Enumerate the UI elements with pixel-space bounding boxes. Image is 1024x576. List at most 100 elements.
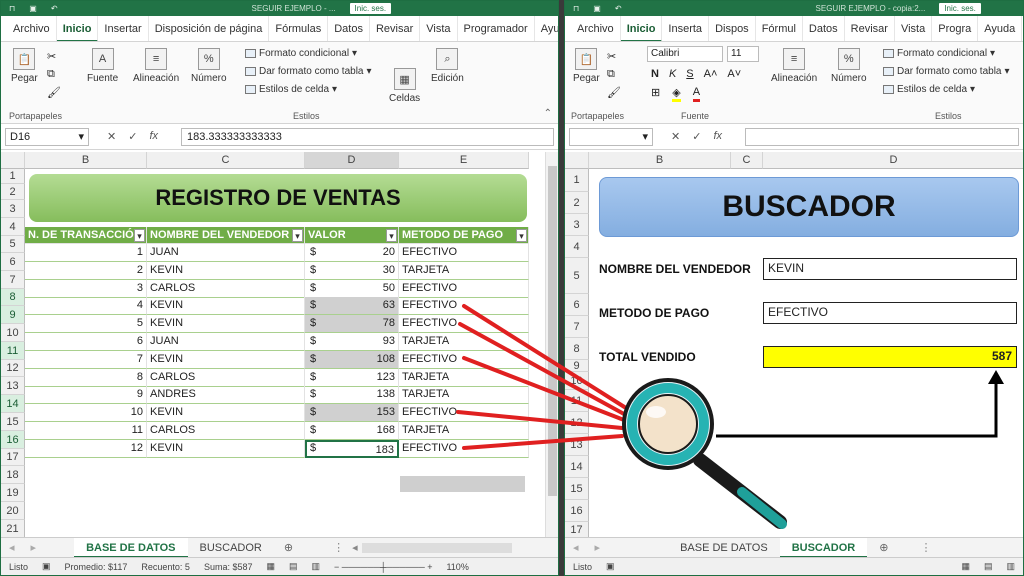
row-header[interactable]: 11 [565,390,589,412]
table-cell[interactable]: KEVIN [147,315,305,334]
tab-programador[interactable]: Programador [458,16,535,41]
alignment-button[interactable]: ≡ Alineación [133,48,179,84]
table-cell[interactable]: CARLOS [147,279,305,298]
table-cell[interactable]: 2 [25,261,147,280]
insert-function-icon[interactable]: fx [149,130,158,143]
sign-in-button[interactable]: Inic. ses. [939,3,981,14]
row-header[interactable]: 6 [565,294,589,316]
table-cell[interactable]: 50 [305,279,399,298]
row-header[interactable]: 4 [565,236,589,258]
table-cell[interactable]: 10 [25,404,147,423]
table-cell[interactable]: TARJETA [399,386,529,405]
row-header[interactable]: 14 [565,456,589,478]
font-button[interactable]: A Fuente [87,48,118,84]
sheet-tab-base-datos[interactable]: BASE DE DATOS [74,538,188,557]
row-header[interactable]: 10 [565,372,589,390]
tab-datos[interactable]: Datos [328,16,370,41]
paste-button[interactable]: 📋 Pegar [11,48,38,84]
macro-icon[interactable]: ▣ [42,561,51,572]
collapse-ribbon-icon[interactable]: ⌃ [544,108,552,119]
font-family-select[interactable]: Calibri [647,46,723,62]
sheet-tab-base-datos[interactable]: BASE DE DATOS [668,538,780,557]
table-cell[interactable]: 153 [305,404,399,423]
tab-ayuda[interactable]: Ayuda [978,16,1023,41]
cut-icon[interactable]: ✂ [607,50,616,63]
table-cell[interactable]: KEVIN [147,261,305,280]
table-cell[interactable]: 7 [25,350,147,369]
format-as-table-button[interactable]: Dar formato como tabla ▾ [245,66,372,77]
table-cell[interactable]: CARLOS [147,422,305,440]
sign-in-button[interactable]: Inic. ses. [349,3,392,14]
name-box[interactable]: ▾ [569,127,653,146]
row-header[interactable]: 15 [565,478,589,500]
zoom-level[interactable]: 110% [446,562,468,572]
borders-icon[interactable]: ⊞ [651,86,660,102]
table-cell[interactable]: TARJETA [399,261,529,280]
font-size-select[interactable]: 11 [727,46,759,62]
paste-button[interactable]: 📋 Pegar [573,48,600,84]
number-button[interactable]: % Número [831,48,867,84]
format-as-table-button[interactable]: Dar formato como tabla ▾ [883,66,1010,77]
table-cell[interactable]: 123 [305,368,399,387]
row-header[interactable]: 18 [1,466,25,484]
tab-insertar[interactable]: Insertar [98,16,149,41]
row-header[interactable]: 11 [1,342,25,360]
tab-inicio[interactable]: Inicio [620,16,663,41]
row-header[interactable]: 16 [565,500,589,522]
page-layout-icon[interactable]: ▤ [289,561,298,572]
row-header[interactable]: 7 [1,271,25,289]
normal-view-icon[interactable]: ▦ [961,561,970,572]
copy-icon[interactable]: ⧉ [47,68,55,81]
tab-vista[interactable]: Vista [895,16,933,41]
tab-vista[interactable]: Vista [420,16,458,41]
tab-programador[interactable]: Progra [932,16,979,41]
col-header-b[interactable]: B [25,152,147,169]
prev-sheet-icon[interactable]: ◂ [1,541,23,554]
table-cell[interactable]: EFECTIVO [399,297,529,316]
col-header-c[interactable]: C [147,152,305,169]
row-header[interactable]: 2 [1,184,25,200]
sheet-tab-buscador[interactable]: BUSCADOR [188,538,274,557]
tab-insertar[interactable]: Inserta [662,16,710,41]
italic-icon[interactable]: K [669,68,676,80]
page-break-icon[interactable]: ▥ [312,561,321,572]
col-header-d[interactable]: D [305,152,399,169]
vertical-scrollbar[interactable] [545,152,558,539]
tab-formulas[interactable]: Fórmulas [269,16,329,41]
left-sheet-grid[interactable]: B C D E 1 2 3 4 5 6 7 8 9 10 11 12 13 14 15 16 17 18 19 20 2… [1,152,558,539]
col-header-e[interactable]: E [399,152,529,169]
select-all-corner[interactable] [1,152,25,169]
undo-icon[interactable]: ↶ [615,4,622,13]
table-cell[interactable]: 138 [305,386,399,405]
table-cell[interactable]: TARJETA [399,422,529,440]
cells-button[interactable]: ▦ Celdas [389,68,420,104]
row-header[interactable]: 9 [1,306,25,324]
bold-icon[interactable]: N [651,68,659,80]
row-header[interactable]: 1 [565,169,589,192]
tab-revisar[interactable]: Revisar [845,16,895,41]
sheet-tab-buscador[interactable]: BUSCADOR [779,538,868,557]
formula-input[interactable] [745,127,1019,146]
tab-archivo[interactable]: Archivo [7,16,57,41]
prev-sheet-icon[interactable]: ◂ [565,541,587,554]
row-header[interactable]: 13 [1,377,25,395]
table-cell[interactable]: 183 [305,439,399,458]
next-sheet-icon[interactable]: ▸ [587,541,609,554]
filter-dropdown-icon[interactable]: ▾ [292,229,303,242]
horizontal-scrollbar[interactable] [361,542,512,553]
table-cell[interactable]: 93 [305,333,399,351]
row-header[interactable]: 19 [1,484,25,502]
tab-revisar[interactable]: Revisar [370,16,421,41]
table-cell[interactable]: KEVIN [147,297,305,316]
underline-icon[interactable]: S [686,68,693,80]
table-cell[interactable]: 12 [25,439,147,458]
format-painter-icon[interactable]: 🖌 [607,86,621,99]
tab-datos[interactable]: Datos [803,16,845,41]
table-cell[interactable]: TARJETA [399,333,529,351]
cancel-icon[interactable]: ✕ [107,130,116,143]
row-header[interactable]: 3 [1,200,25,218]
table-cell[interactable]: 3 [25,279,147,298]
row-header[interactable]: 12 [565,412,589,434]
insert-function-icon[interactable]: fx [713,130,722,143]
col-header-d[interactable]: D [763,152,1023,169]
